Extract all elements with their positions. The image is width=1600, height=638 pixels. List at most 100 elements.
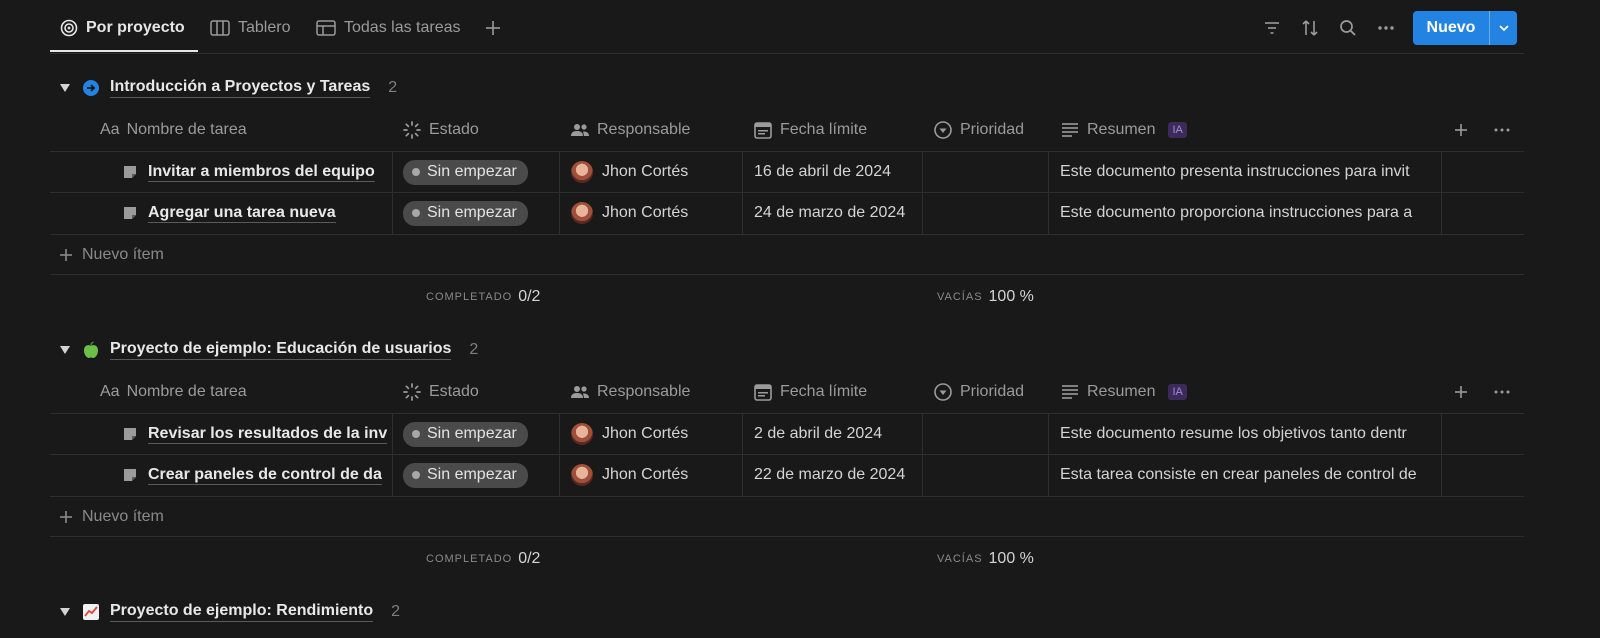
group-title[interactable]: Proyecto de ejemplo: Educación de usuari… bbox=[110, 340, 452, 360]
summary-cell[interactable]: Este documento presenta instrucciones pa… bbox=[1060, 152, 1440, 192]
priority-cell[interactable] bbox=[923, 193, 1047, 233]
column-header-priority[interactable]: Prioridad bbox=[933, 110, 1024, 150]
apple-icon bbox=[84, 341, 98, 358]
priority-cell[interactable] bbox=[923, 455, 1047, 495]
row-divider bbox=[50, 536, 1524, 537]
column-header-status[interactable]: Estado bbox=[402, 372, 479, 412]
task-title: Agregar una tarea nueva bbox=[148, 203, 336, 223]
status-cell[interactable]: Sin empezar bbox=[403, 455, 528, 495]
column-label: Responsable bbox=[597, 121, 691, 138]
summary-cell[interactable]: Este documento proporciona instrucciones… bbox=[1060, 193, 1440, 233]
more-options-button[interactable] bbox=[1376, 18, 1396, 38]
calc-empty[interactable]: VACÍAS 100 % bbox=[937, 277, 1034, 317]
column-header-assignee[interactable]: Responsable bbox=[570, 110, 690, 150]
table-row-name[interactable]: Revisar los resultados de la inv bbox=[122, 414, 390, 454]
column-header-due[interactable]: Fecha límite bbox=[753, 110, 867, 150]
table-row-name[interactable]: Invitar a miembros del equipo bbox=[122, 152, 390, 192]
column-header-summary[interactable]: Resumen IA bbox=[1060, 372, 1187, 412]
new-dropdown-button[interactable] bbox=[1490, 11, 1517, 45]
tab-label: Tablero bbox=[238, 19, 291, 36]
calc-completed[interactable]: COMPLETADO 0/2 bbox=[426, 277, 540, 317]
column-header-summary[interactable]: Resumen IA bbox=[1060, 110, 1187, 150]
calc-completed[interactable]: COMPLETADO 0/2 bbox=[426, 539, 540, 579]
column-options-button[interactable] bbox=[1493, 110, 1511, 150]
status-label: Sin empezar bbox=[427, 425, 517, 442]
active-tab-indicator bbox=[50, 50, 198, 52]
due-date-cell[interactable]: 2 de abril de 2024 bbox=[754, 414, 882, 454]
tab-por-proyecto[interactable]: Por proyecto bbox=[60, 16, 185, 40]
table-row-name[interactable]: Agregar una tarea nueva bbox=[122, 193, 390, 233]
column-label: Prioridad bbox=[960, 121, 1025, 138]
calc-value: 0/2 bbox=[518, 288, 541, 305]
calc-label: VACÍAS bbox=[937, 553, 983, 565]
assignee-cell[interactable]: Jhon Cortés bbox=[571, 414, 688, 454]
status-label: Sin empezar bbox=[427, 466, 517, 483]
new-item-button[interactable]: Nuevo ítem bbox=[58, 235, 164, 275]
new-item-button[interactable]: Nuevo ítem bbox=[58, 497, 164, 537]
column-header-name[interactable]: Aa Nombre de tarea bbox=[100, 372, 247, 412]
column-divider bbox=[1048, 151, 1049, 234]
due-date: 24 de marzo de 2024 bbox=[754, 204, 906, 221]
priority-cell[interactable] bbox=[923, 414, 1047, 454]
column-options-button[interactable] bbox=[1493, 372, 1511, 412]
plus-icon bbox=[60, 511, 72, 523]
select-circle-icon bbox=[934, 121, 952, 139]
add-property-button[interactable] bbox=[1453, 372, 1469, 412]
table-row-name[interactable]: Crear paneles de control de da bbox=[122, 455, 390, 495]
assignee-cell[interactable]: Jhon Cortés bbox=[571, 152, 688, 192]
task-title: Crear paneles de control de da bbox=[148, 465, 382, 485]
add-view-button[interactable] bbox=[484, 16, 502, 40]
search-button[interactable] bbox=[1338, 18, 1358, 38]
column-header-assignee[interactable]: Responsable bbox=[570, 372, 690, 412]
column-label: Prioridad bbox=[960, 383, 1025, 400]
page-icon bbox=[124, 166, 136, 178]
status-label: Sin empezar bbox=[427, 204, 517, 221]
group-title[interactable]: Introducción a Proyectos y Tareas bbox=[110, 78, 371, 98]
group-title[interactable]: Proyecto de ejemplo: Rendimiento bbox=[110, 602, 374, 622]
calc-empty[interactable]: VACÍAS 100 % bbox=[937, 539, 1034, 579]
filter-button[interactable] bbox=[1262, 18, 1282, 38]
more-horizontal-icon bbox=[1494, 390, 1510, 394]
calendar-icon bbox=[754, 122, 772, 139]
summary-text: Este documento proporciona instrucciones… bbox=[1060, 204, 1413, 221]
status-dot-icon bbox=[412, 430, 420, 438]
column-divider bbox=[392, 413, 393, 496]
add-property-button[interactable] bbox=[1453, 110, 1469, 150]
column-header-name[interactable]: Aa Nombre de tarea bbox=[100, 110, 247, 150]
status-badge: Sin empezar bbox=[403, 159, 528, 185]
status-badge: Sin empezar bbox=[403, 462, 528, 488]
column-header-status[interactable]: Estado bbox=[402, 110, 479, 150]
status-cell[interactable]: Sin empezar bbox=[403, 152, 528, 192]
column-header-due[interactable]: Fecha límite bbox=[753, 372, 867, 412]
text-type-icon: Aa bbox=[100, 383, 120, 400]
group-header: Introducción a Proyectos y Tareas 2 bbox=[58, 76, 397, 100]
new-item-label: Nuevo ítem bbox=[82, 246, 164, 263]
tab-tablero[interactable]: Tablero bbox=[210, 16, 290, 40]
search-icon bbox=[1340, 20, 1356, 36]
column-label: Fecha límite bbox=[780, 121, 868, 138]
due-date-cell[interactable]: 22 de marzo de 2024 bbox=[754, 455, 905, 495]
tab-todas-las-tareas[interactable]: Todas las tareas bbox=[316, 16, 461, 40]
summary-text: Este documento presenta instrucciones pa… bbox=[1060, 163, 1410, 180]
status-cell[interactable]: Sin empezar bbox=[403, 414, 528, 454]
sort-button[interactable] bbox=[1300, 18, 1320, 38]
toggle-triangle-icon[interactable] bbox=[58, 81, 72, 95]
tab-label: Todas las tareas bbox=[344, 19, 461, 36]
assignee-cell[interactable]: Jhon Cortés bbox=[571, 455, 688, 495]
toggle-triangle-icon[interactable] bbox=[58, 343, 72, 357]
status-cell[interactable]: Sin empezar bbox=[403, 193, 528, 233]
summary-cell[interactable]: Este documento resume los objetivos tant… bbox=[1060, 414, 1440, 454]
ai-badge: IA bbox=[1168, 122, 1187, 138]
calc-value: 100 % bbox=[988, 288, 1034, 305]
column-label: Resumen bbox=[1087, 121, 1156, 138]
new-button[interactable]: Nuevo bbox=[1413, 11, 1517, 45]
toggle-triangle-icon[interactable] bbox=[58, 605, 72, 619]
summary-cell[interactable]: Esta tarea consiste en crear paneles de … bbox=[1060, 455, 1440, 495]
due-date-cell[interactable]: 16 de abril de 2024 bbox=[754, 152, 891, 192]
summary-text: Esta tarea consiste en crear paneles de … bbox=[1060, 466, 1417, 483]
priority-cell[interactable] bbox=[923, 152, 1047, 192]
assignee-cell[interactable]: Jhon Cortés bbox=[571, 193, 688, 233]
column-header-priority[interactable]: Prioridad bbox=[933, 372, 1024, 412]
due-date-cell[interactable]: 24 de marzo de 2024 bbox=[754, 193, 905, 233]
plus-icon bbox=[1455, 124, 1467, 136]
